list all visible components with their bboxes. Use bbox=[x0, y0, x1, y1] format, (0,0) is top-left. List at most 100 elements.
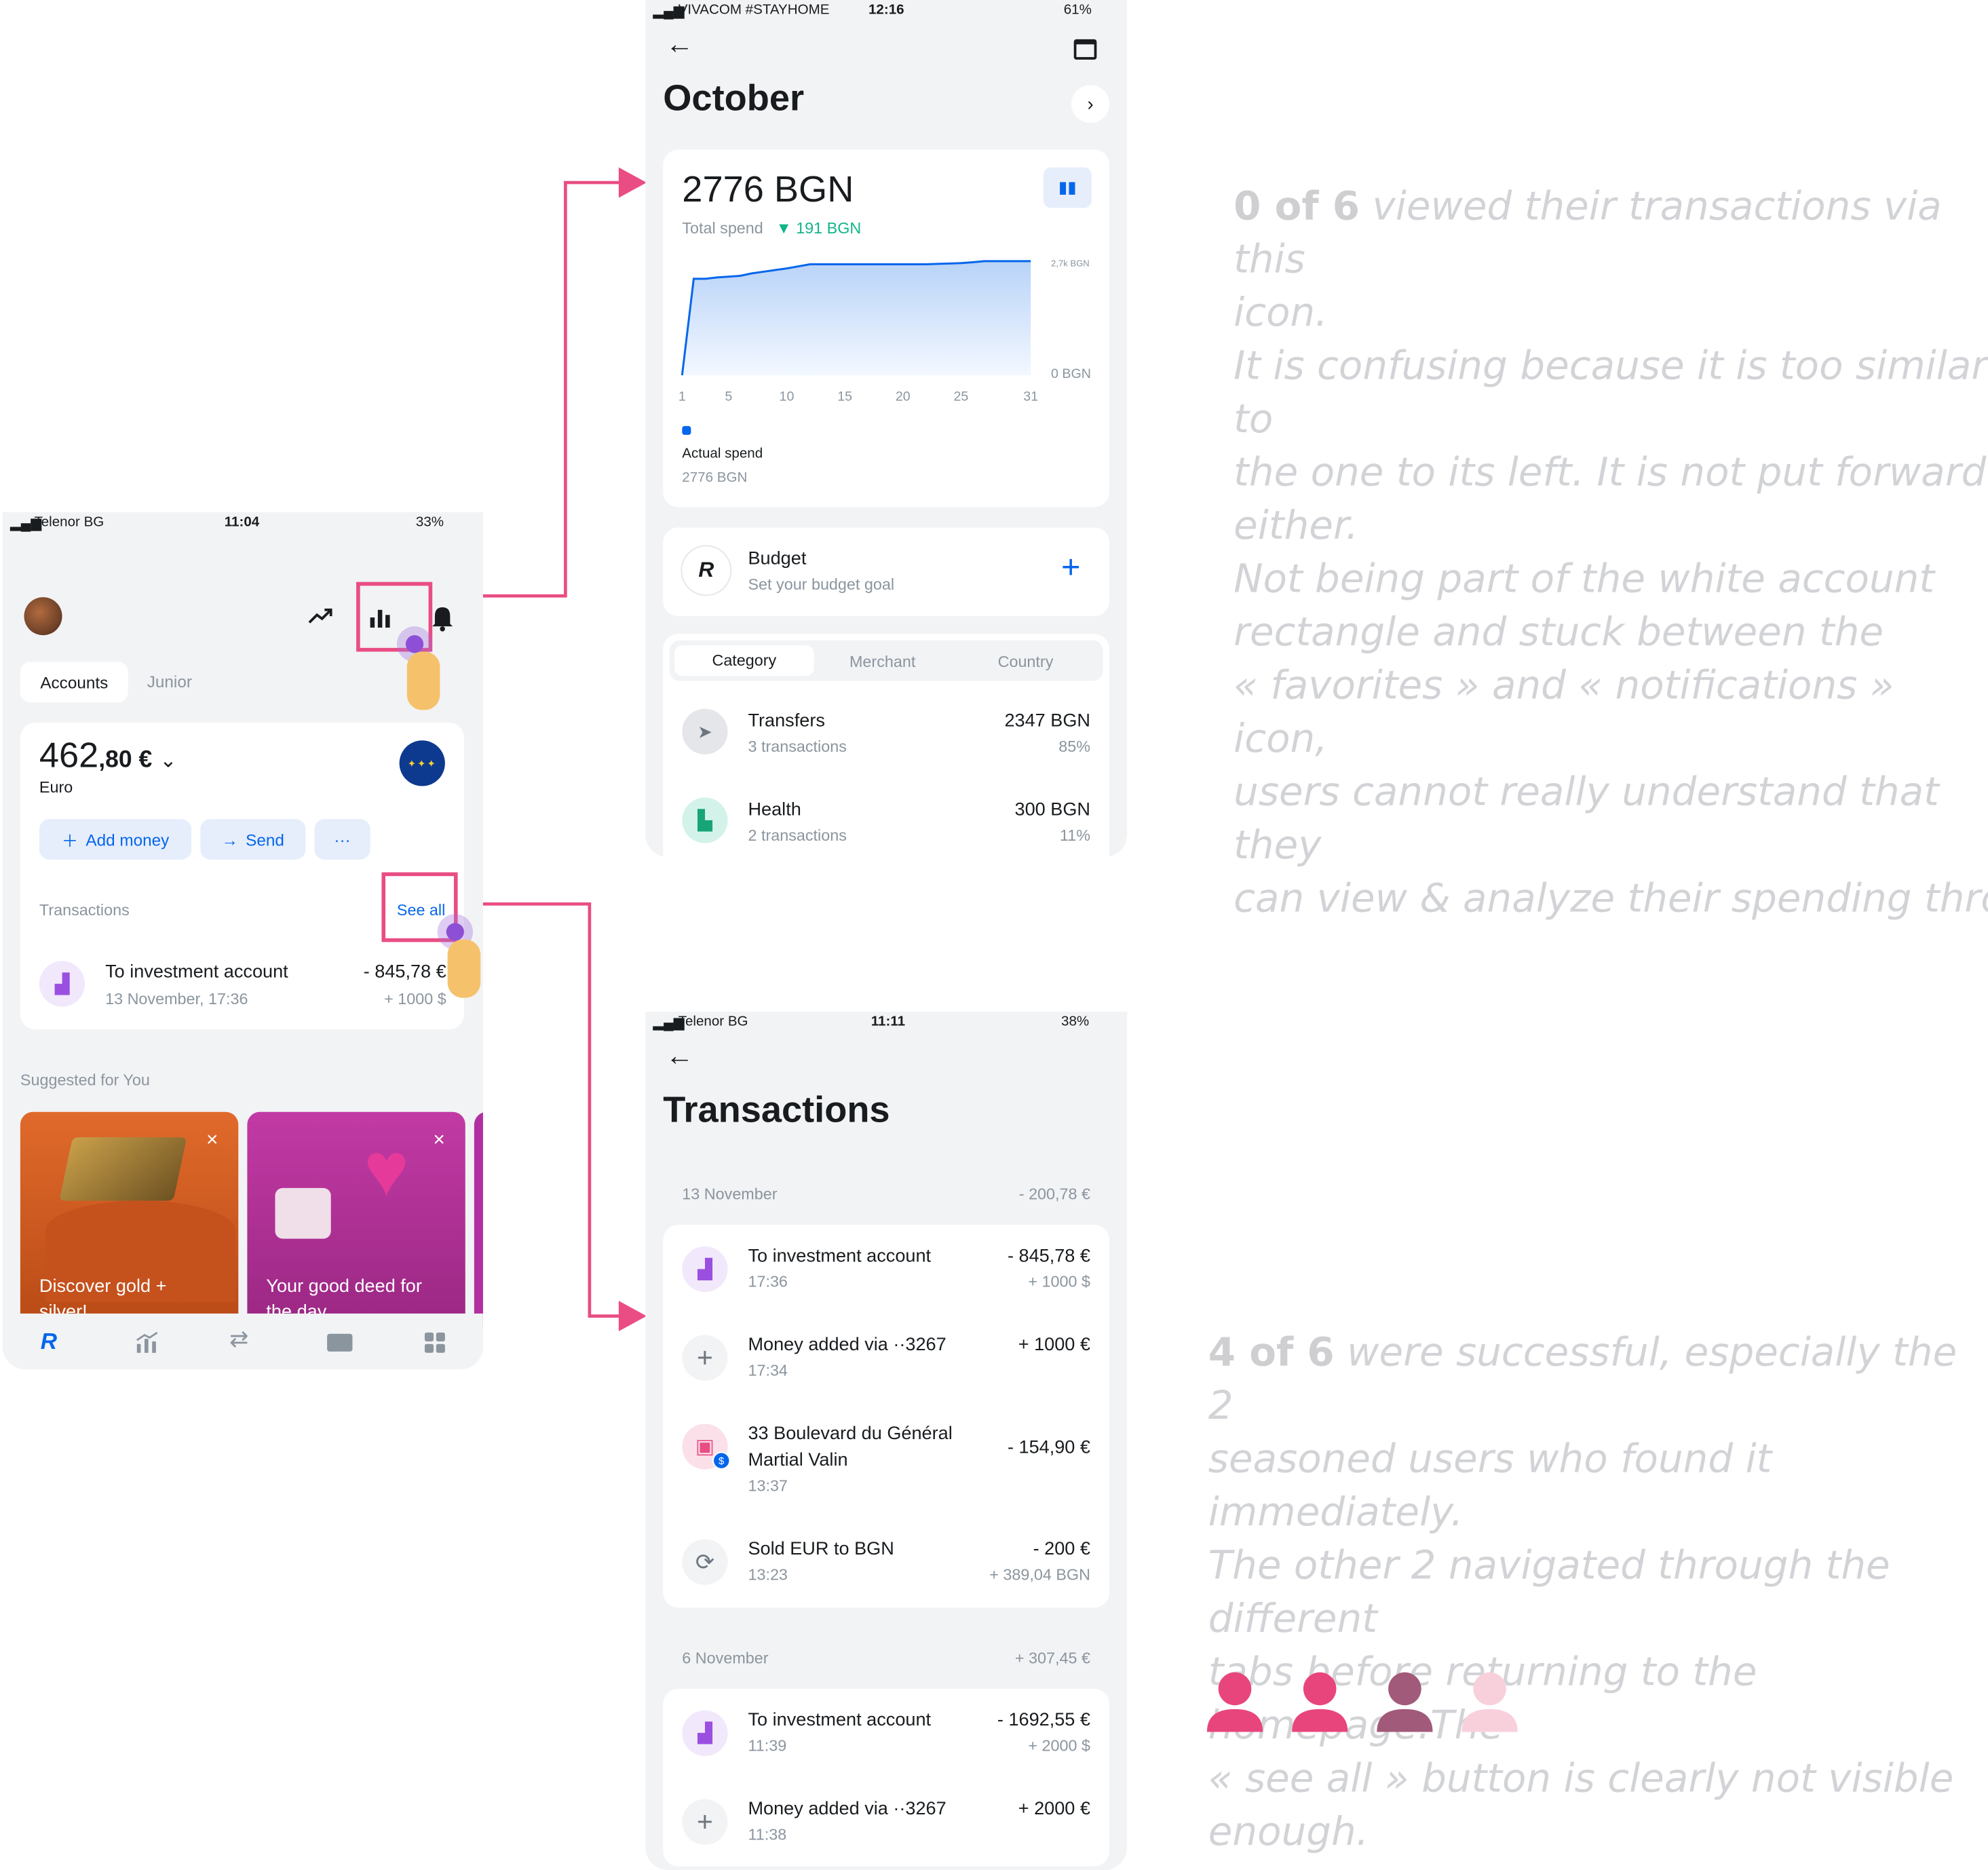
carrier-label: VIVACOM #STAYHOME bbox=[678, 2, 830, 18]
chevron-right-icon[interactable]: › bbox=[1071, 85, 1110, 123]
finding-text: The other 2 navigated through the differ… bbox=[1208, 1543, 1890, 1642]
finding-text: enough. bbox=[1208, 1809, 1369, 1855]
trending-up-icon[interactable] bbox=[307, 606, 334, 626]
category-amount: 300 BGN bbox=[1014, 800, 1090, 820]
nav-hub-icon[interactable] bbox=[423, 1331, 446, 1354]
clock-label: 12:16 bbox=[868, 2, 904, 18]
avatar[interactable] bbox=[24, 597, 62, 636]
tab-country[interactable]: Country bbox=[998, 653, 1054, 670]
breakdown-card: Category Merchant Country ➤ Transfers 3 … bbox=[663, 634, 1110, 858]
arrow-right-icon: → bbox=[221, 829, 238, 850]
tx-title[interactable]: To investment account bbox=[748, 1711, 931, 1731]
user-icon-success bbox=[1292, 1672, 1348, 1732]
promo-card-gold[interactable]: × Discover gold + silver! bbox=[20, 1111, 239, 1328]
tx-title[interactable]: 33 Boulevard du Général bbox=[748, 1424, 952, 1444]
add-money-button[interactable]: ＋ Add money bbox=[39, 819, 192, 860]
currency-label: Euro bbox=[39, 778, 73, 797]
gift-box-image bbox=[275, 1187, 331, 1239]
budget-subtitle: Set your budget goal bbox=[748, 575, 895, 594]
budget-card[interactable]: R Budget Set your budget goal + bbox=[663, 527, 1110, 617]
tx-title[interactable]: To investment account bbox=[748, 1246, 931, 1267]
status-bar: ▂▄▆ Telenor BG 11:04 33% bbox=[3, 512, 483, 533]
close-icon[interactable]: × bbox=[206, 1130, 218, 1153]
tx-amount: + 1000 € bbox=[1018, 1335, 1090, 1356]
tx-time: 11:39 bbox=[748, 1736, 787, 1755]
tab-merchant[interactable]: Merchant bbox=[849, 653, 915, 670]
tx-amount-secondary: + 2000 $ bbox=[1028, 1736, 1090, 1755]
spend-area bbox=[682, 261, 1031, 376]
health-icon: ▙ bbox=[682, 797, 728, 843]
chart-toggle-button[interactable]: ▮▮ bbox=[1043, 167, 1092, 208]
bell-icon[interactable] bbox=[429, 603, 455, 632]
status-bar: ▂▄▆ Telenor BG 11:11 38% bbox=[645, 1012, 1127, 1032]
category-title: Transfers bbox=[748, 711, 825, 732]
gold-bars-image bbox=[59, 1137, 187, 1201]
canvas: ▂▄▆ Telenor BG 11:04 33% Accounts Junior… bbox=[0, 0, 1988, 1870]
finding-text: « favorites » and « notifications » icon… bbox=[1234, 663, 1894, 763]
tx-time: 13:23 bbox=[748, 1565, 788, 1584]
nav-transfer-icon[interactable]: ⇄ bbox=[229, 1327, 248, 1353]
nav-home-icon[interactable]: R bbox=[41, 1329, 57, 1355]
more-button[interactable]: ··· bbox=[314, 819, 370, 860]
legend-label: Actual spend bbox=[682, 446, 763, 462]
tx-date: 13 November, 17:36 bbox=[105, 990, 248, 1008]
clock-label: 11:11 bbox=[871, 1014, 906, 1030]
back-arrow-icon[interactable]: ← bbox=[666, 1039, 693, 1073]
transactions-header: Transactions bbox=[39, 901, 130, 919]
total-spend-label: Total spend bbox=[682, 219, 763, 237]
tx-title[interactable]: Sold EUR to BGN bbox=[748, 1539, 894, 1559]
status-bar: ▂▄▆ VIVACOM #STAYHOME 12:16 61% bbox=[645, 0, 1127, 20]
promo-card-peek[interactable] bbox=[474, 1111, 483, 1328]
finding-text: « see all » button is clearly not visibl… bbox=[1208, 1756, 1954, 1802]
month-title: October bbox=[663, 78, 805, 119]
revolut-logo-icon: R bbox=[681, 545, 732, 596]
plus-icon: + bbox=[682, 1335, 728, 1381]
chevron-down-icon[interactable]: ⌄ bbox=[159, 750, 176, 772]
card-badge-icon: $ bbox=[712, 1451, 731, 1470]
finding-stat: 4 of 6 bbox=[1208, 1330, 1335, 1376]
user-success-icons bbox=[1206, 1672, 1518, 1732]
back-arrow-icon[interactable]: ← bbox=[666, 28, 693, 61]
tx-title[interactable]: Money added via ··3267 bbox=[748, 1335, 946, 1356]
tx-time: 17:36 bbox=[748, 1273, 788, 1291]
calendar-icon[interactable] bbox=[1073, 39, 1097, 60]
finding-text: icon. bbox=[1234, 290, 1328, 337]
clock-label: 11:04 bbox=[224, 514, 260, 531]
x-tick-label: 5 bbox=[725, 389, 732, 404]
battery-label: 61% bbox=[1063, 2, 1092, 18]
x-tick-label: 25 bbox=[953, 389, 968, 404]
tab-junior[interactable]: Junior bbox=[147, 672, 192, 691]
transactions-screen: ▂▄▆ Telenor BG 11:11 38% ← Transactions … bbox=[645, 1012, 1128, 1870]
add-money-label: Add money bbox=[85, 829, 170, 850]
tx-amount: - 200 € bbox=[1033, 1539, 1090, 1560]
transaction-group: ▟ To investment account 11:39 - 1692,55 … bbox=[663, 1688, 1110, 1867]
category-percent: 11% bbox=[1059, 826, 1090, 845]
tx-title-line2: Martial Valin bbox=[748, 1450, 848, 1471]
eu-flag-icon[interactable]: ✦✦✦ bbox=[399, 740, 445, 786]
close-icon[interactable]: × bbox=[433, 1130, 444, 1153]
tx-title: To investment account bbox=[105, 962, 288, 983]
tx-title[interactable]: Money added via ··3267 bbox=[748, 1799, 946, 1820]
page-title: Transactions bbox=[663, 1090, 890, 1131]
x-tick-label: 1 bbox=[678, 389, 686, 404]
promo-card-charity[interactable]: ♥ × Your good deed for the day bbox=[247, 1111, 465, 1328]
tab-category[interactable]: Category bbox=[674, 645, 814, 676]
finding-note-stats: 0 of 6 viewed their transactions via thi… bbox=[1234, 180, 1988, 926]
carrier-label: Telenor BG bbox=[34, 514, 104, 531]
x-tick-label: 31 bbox=[1023, 389, 1038, 404]
tx-amount: - 845,78 € bbox=[1007, 1246, 1090, 1267]
add-budget-plus-icon[interactable]: + bbox=[1061, 550, 1080, 584]
finding-note-transactions: 4 of 6 were successful, especially the 2… bbox=[1208, 1327, 1982, 1859]
tab-accounts[interactable]: Accounts bbox=[20, 662, 128, 703]
exchange-icon: ⟳ bbox=[682, 1539, 728, 1585]
tx-time: 11:38 bbox=[748, 1825, 787, 1844]
category-percent: 85% bbox=[1058, 738, 1090, 756]
finding-text: seasoned users who found it immediately. bbox=[1208, 1436, 1772, 1535]
nav-wealth-icon[interactable] bbox=[134, 1331, 159, 1354]
spend-delta: ▼ 191 BGN bbox=[776, 219, 862, 237]
tx-amount-secondary: + 389,04 BGN bbox=[989, 1565, 1090, 1584]
tx-amount: - 1692,55 € bbox=[997, 1710, 1090, 1731]
nav-card-icon[interactable] bbox=[327, 1333, 353, 1352]
total-spend-value: 2776 BGN bbox=[682, 170, 854, 211]
send-button[interactable]: → Send bbox=[200, 819, 306, 860]
